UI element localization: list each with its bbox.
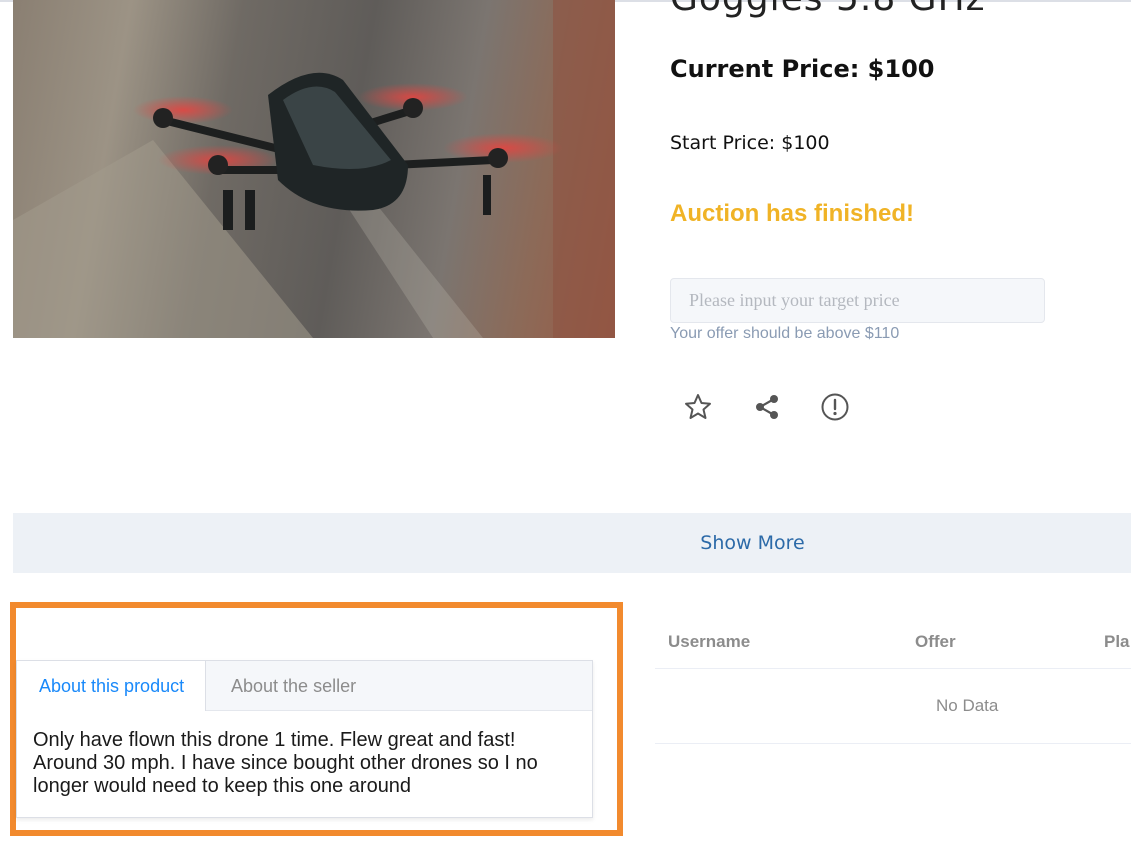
tab-about-product[interactable]: About this product (17, 661, 206, 711)
tab-about-seller[interactable]: About the seller (206, 661, 406, 711)
star-icon (685, 394, 711, 419)
column-header-placed[interactable]: Pla (1104, 632, 1130, 652)
offer-hint: Your offer should be above $110 (670, 325, 900, 342)
table-bottom-divider (655, 743, 1131, 744)
product-image (13, 0, 615, 338)
auction-status: Auction has finished! (670, 200, 915, 227)
share-icon (756, 395, 778, 419)
report-button[interactable] (820, 392, 850, 422)
drone-photo (13, 0, 615, 338)
product-description: Only have flown this drone 1 time. Flew … (33, 729, 538, 797)
tabs-header: About this product About the seller (17, 661, 592, 711)
show-more-label: Show More (700, 532, 805, 554)
column-header-offer[interactable]: Offer (915, 632, 956, 652)
table-header-divider (655, 668, 1131, 669)
start-price: Start Price: $100 (670, 132, 830, 154)
show-more-button[interactable]: Show More (13, 513, 1131, 573)
product-title: Goggles 5.8 GHz (670, 0, 986, 19)
tab-label: About the seller (231, 675, 357, 696)
column-header-username[interactable]: Username (668, 632, 750, 652)
product-tabs: About this product About the seller Only… (16, 660, 593, 818)
alert-circle-icon (821, 393, 849, 421)
tab-label: About this product (39, 675, 185, 696)
target-price-input[interactable] (670, 278, 1045, 323)
favorite-button[interactable] (683, 392, 713, 422)
share-button[interactable] (752, 392, 782, 422)
current-price: Current Price: $100 (670, 55, 935, 83)
bids-table: Username Offer Pla No Data (655, 620, 1131, 744)
empty-state: No Data (936, 696, 999, 715)
